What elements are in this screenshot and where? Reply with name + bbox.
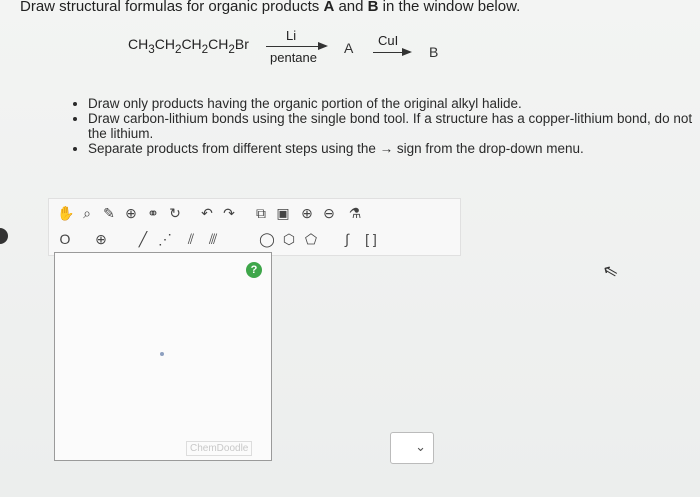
reagent-li: Li: [286, 28, 297, 43]
help-icon[interactable]: ?: [246, 262, 262, 278]
chevron-down-icon: ⌄: [415, 439, 426, 454]
back-icon[interactable]: [0, 228, 8, 244]
clean-icon[interactable]: ⚗: [347, 205, 363, 221]
ring-icon[interactable]: ◯: [259, 231, 275, 247]
instruction-3: Separate products from different steps u…: [88, 141, 700, 156]
zoom-in-icon[interactable]: ⊕: [299, 205, 315, 221]
copy-icon[interactable]: ⧉: [253, 205, 269, 221]
triple-bond-icon[interactable]: ⫻: [205, 231, 221, 247]
zoom-out-icon[interactable]: ⊖: [321, 205, 337, 221]
answer-select[interactable]: ⌄: [390, 432, 434, 464]
eraser-icon[interactable]: ✎: [101, 205, 117, 221]
charge-icon[interactable]: ⊕: [93, 231, 109, 247]
center-icon[interactable]: ⊕: [123, 205, 139, 221]
single-bond-icon[interactable]: ╱: [135, 231, 151, 247]
bracket-icon[interactable]: [ ]: [363, 231, 379, 247]
instruction-1: Draw only products having the organic po…: [88, 96, 700, 111]
rotate-icon[interactable]: ↻: [167, 205, 183, 221]
paste-icon[interactable]: ▣: [275, 205, 291, 221]
reaction-arrow-1: [266, 42, 328, 50]
redo-icon[interactable]: ↷: [221, 205, 237, 221]
page: Draw structural formulas for organic pro…: [0, 0, 700, 497]
chemdoodle-logo: ChemDoodle: [186, 441, 253, 456]
instructions: Draw only products having the organic po…: [70, 96, 700, 156]
chain-icon[interactable]: ∫: [339, 231, 355, 247]
double-bond-icon[interactable]: ⫽: [183, 231, 199, 247]
hand-icon[interactable]: ✋: [57, 205, 74, 221]
question-header: Draw structural formulas for organic pro…: [20, 0, 521, 15]
hash-bond-icon[interactable]: ⋰: [157, 231, 173, 247]
cursor-icon: ⇖: [600, 259, 621, 283]
atom-icon[interactable]: O: [57, 231, 73, 247]
flip-icon[interactable]: ⚭: [145, 205, 161, 221]
instruction-2-cont: the lithium.: [88, 126, 154, 141]
hexagon-icon[interactable]: ⬡: [281, 231, 297, 247]
undo-icon[interactable]: ↶: [199, 205, 215, 221]
product-a: A: [344, 40, 354, 56]
lasso-icon[interactable]: ⌕: [79, 205, 95, 221]
reaction-arrow-2: [373, 48, 412, 56]
reagent-pentane: pentane: [270, 50, 317, 65]
drawing-canvas[interactable]: [54, 252, 272, 461]
product-b: B: [429, 44, 439, 60]
drawing-toolbar: ✋ ⌕ ✎ ⊕ ⚭ ↻ ↶ ↷ ⧉ ▣ ⊕ ⊖ ⚗ O ⊕ ╱ ⋰ ⫽ ⫻ ◯ …: [48, 198, 461, 256]
instruction-2: Draw carbon-lithium bonds using the sing…: [88, 111, 700, 126]
pentagon-icon[interactable]: ⬠: [303, 231, 319, 247]
reactant: CH3CH2CH2CH2Br: [128, 36, 249, 56]
canvas-dot: [160, 352, 164, 356]
reagent-cui: CuI: [378, 33, 399, 48]
